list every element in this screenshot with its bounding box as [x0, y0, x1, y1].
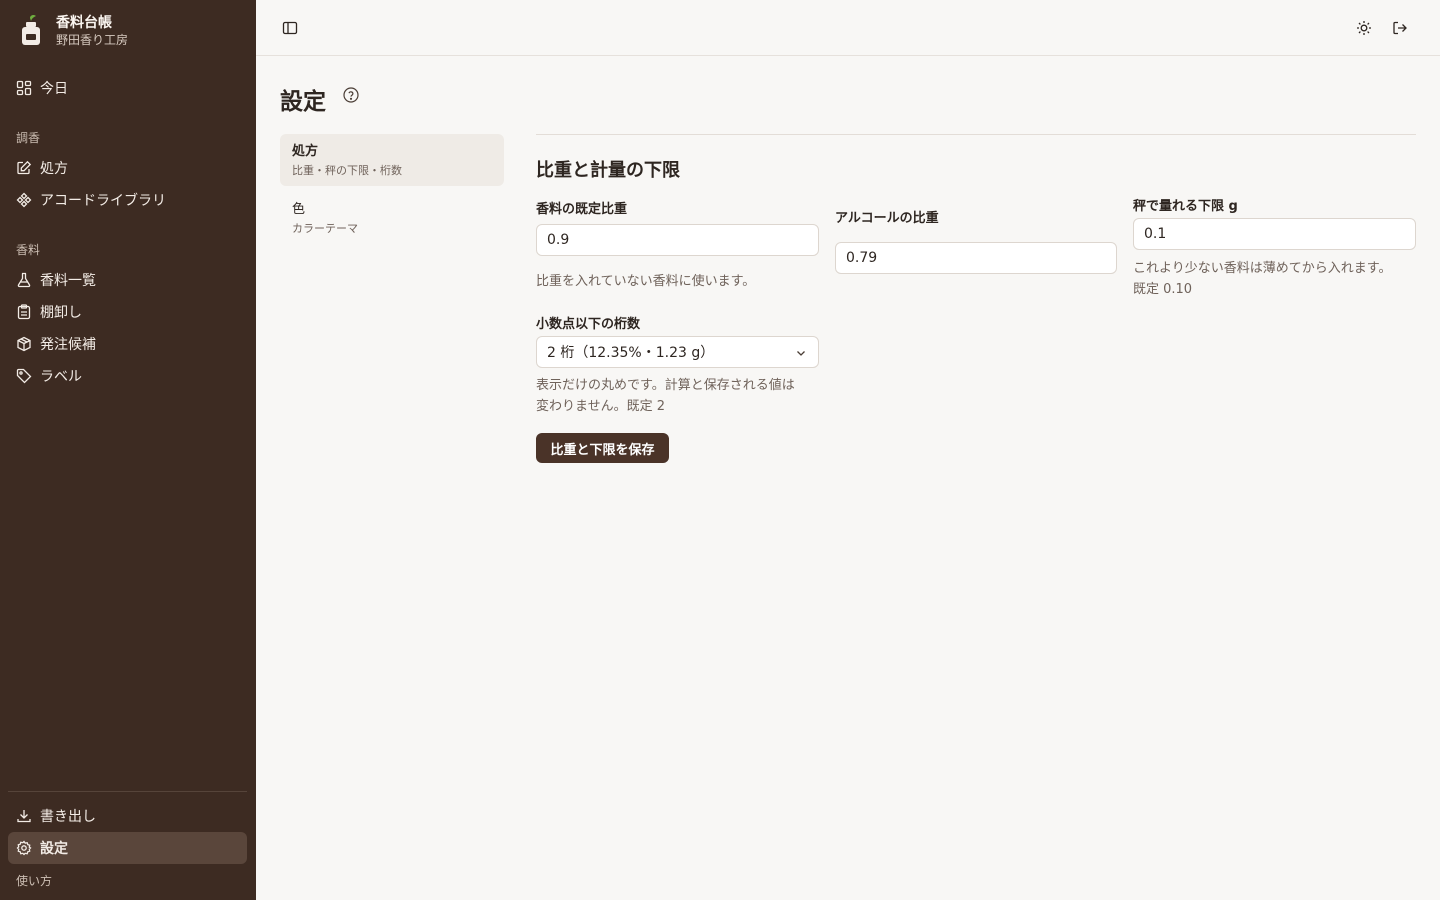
sidebar-item-inventory[interactable]: 棚卸し	[8, 296, 247, 328]
settings-tab-desc: 比重・秤の下限・桁数	[292, 164, 402, 177]
gear-icon	[16, 840, 32, 856]
min-weight-input[interactable]: 0.1	[1133, 218, 1416, 250]
sidebar-section-koryo: 香料	[16, 243, 41, 257]
sidebar: 香料台帳 野田香り工房 今日 調香 処方 アコードライブラリ 香料 香料一覧 棚…	[0, 0, 256, 900]
settings-tab-formula[interactable]: 処方 比重・秤の下限・桁数	[280, 134, 504, 186]
min-weight-label: 秤で量れる下限 g	[1133, 199, 1238, 214]
sidebar-item-label: 今日	[40, 81, 68, 97]
min-weight-help: これより少ない香料は薄めてから入れます。 既定 0.10	[1133, 258, 1391, 300]
panel-left-icon	[282, 20, 298, 36]
sidebar-item-ingredients[interactable]: 香料一覧	[8, 264, 247, 296]
diamonds-icon	[16, 192, 32, 208]
sidebar-item-label: 発注候補	[40, 337, 96, 353]
sidebar-item-label: 棚卸し	[40, 305, 82, 321]
bottle-logo-icon	[16, 14, 46, 48]
sidebar-item-label: 書き出し	[40, 809, 96, 825]
logout-icon	[1392, 20, 1408, 36]
settings-tab-color[interactable]: 色 カラーテーマ	[280, 192, 504, 244]
decimals-help: 表示だけの丸めです。計算と保存される値は 変わりません。既定 2	[536, 375, 795, 417]
brand-subtitle: 野田香り工房	[56, 33, 129, 47]
decimals-select[interactable]: 2 桁（12.35%・1.23 g）	[536, 336, 819, 368]
alcohol-sg-label: アルコールの比重	[835, 211, 939, 226]
sidebar-divider	[8, 791, 247, 792]
default-sg-label: 香料の既定比重	[536, 202, 628, 217]
sun-icon	[1356, 20, 1372, 36]
sidebar-section-chogo: 調香	[16, 131, 41, 145]
sidebar-item-label: ラベル	[40, 369, 82, 385]
sidebar-item-how-to-use[interactable]: 使い方	[16, 872, 52, 889]
topbar	[256, 0, 1440, 56]
brand-title: 香料台帳	[56, 15, 112, 31]
tag-icon	[16, 368, 32, 384]
decimals-label: 小数点以下の桁数	[536, 317, 641, 332]
min-weight-default: 既定 0.10	[1133, 282, 1193, 297]
decimals-default: 変わりません。既定 2	[536, 399, 666, 414]
default-sg-input[interactable]: 0.9	[536, 224, 819, 256]
alcohol-sg-input[interactable]: 0.79	[835, 242, 1117, 274]
default-sg-help: 比重を入れていない香料に使います。	[536, 274, 756, 289]
logout-button[interactable]	[1386, 14, 1414, 42]
sidebar-item-labels[interactable]: ラベル	[8, 360, 247, 392]
sidebar-item-label: 処方	[40, 161, 68, 177]
help-circle-icon[interactable]	[342, 86, 360, 104]
brand[interactable]: 香料台帳 野田香り工房	[16, 14, 128, 48]
package-icon	[16, 336, 32, 352]
settings-tab-label: 処方	[292, 144, 319, 159]
sidebar-item-label: アコードライブラリ	[40, 193, 166, 209]
sidebar-item-settings[interactable]: 設定	[8, 832, 247, 864]
settings-tab-label: 色	[292, 202, 306, 217]
flask-icon	[16, 272, 32, 288]
decimals-help-line: 表示だけの丸めです。計算と保存される値は	[536, 378, 795, 393]
page-title: 設定	[280, 89, 326, 115]
sidebar-item-accord-library[interactable]: アコードライブラリ	[8, 184, 247, 216]
sidebar-item-label: 設定	[40, 841, 68, 857]
sidebar-item-formula[interactable]: 処方	[8, 152, 247, 184]
theme-toggle-button[interactable]	[1350, 14, 1378, 42]
chevron-down-icon	[794, 346, 808, 360]
content-divider	[536, 134, 1416, 135]
save-button[interactable]: 比重と下限を保存	[536, 433, 669, 463]
sidebar-item-label: 香料一覧	[40, 273, 96, 289]
settings-tab-desc: カラーテーマ	[292, 222, 358, 235]
download-icon	[16, 808, 32, 824]
section-title: 比重と計量の下限	[536, 160, 680, 181]
sidebar-toggle-button[interactable]	[276, 14, 304, 42]
clipboard-icon	[16, 304, 32, 320]
min-weight-help-line: これより少ない香料は薄めてから入れます。	[1133, 261, 1392, 276]
sidebar-item-order-candidates[interactable]: 発注候補	[8, 328, 247, 360]
dashboard-icon	[16, 80, 32, 96]
decimals-select-value: 2 桁（12.35%・1.23 g）	[547, 345, 715, 361]
sidebar-item-export[interactable]: 書き出し	[8, 800, 247, 832]
sidebar-item-today[interactable]: 今日	[8, 72, 247, 104]
edit-note-icon	[16, 160, 32, 176]
